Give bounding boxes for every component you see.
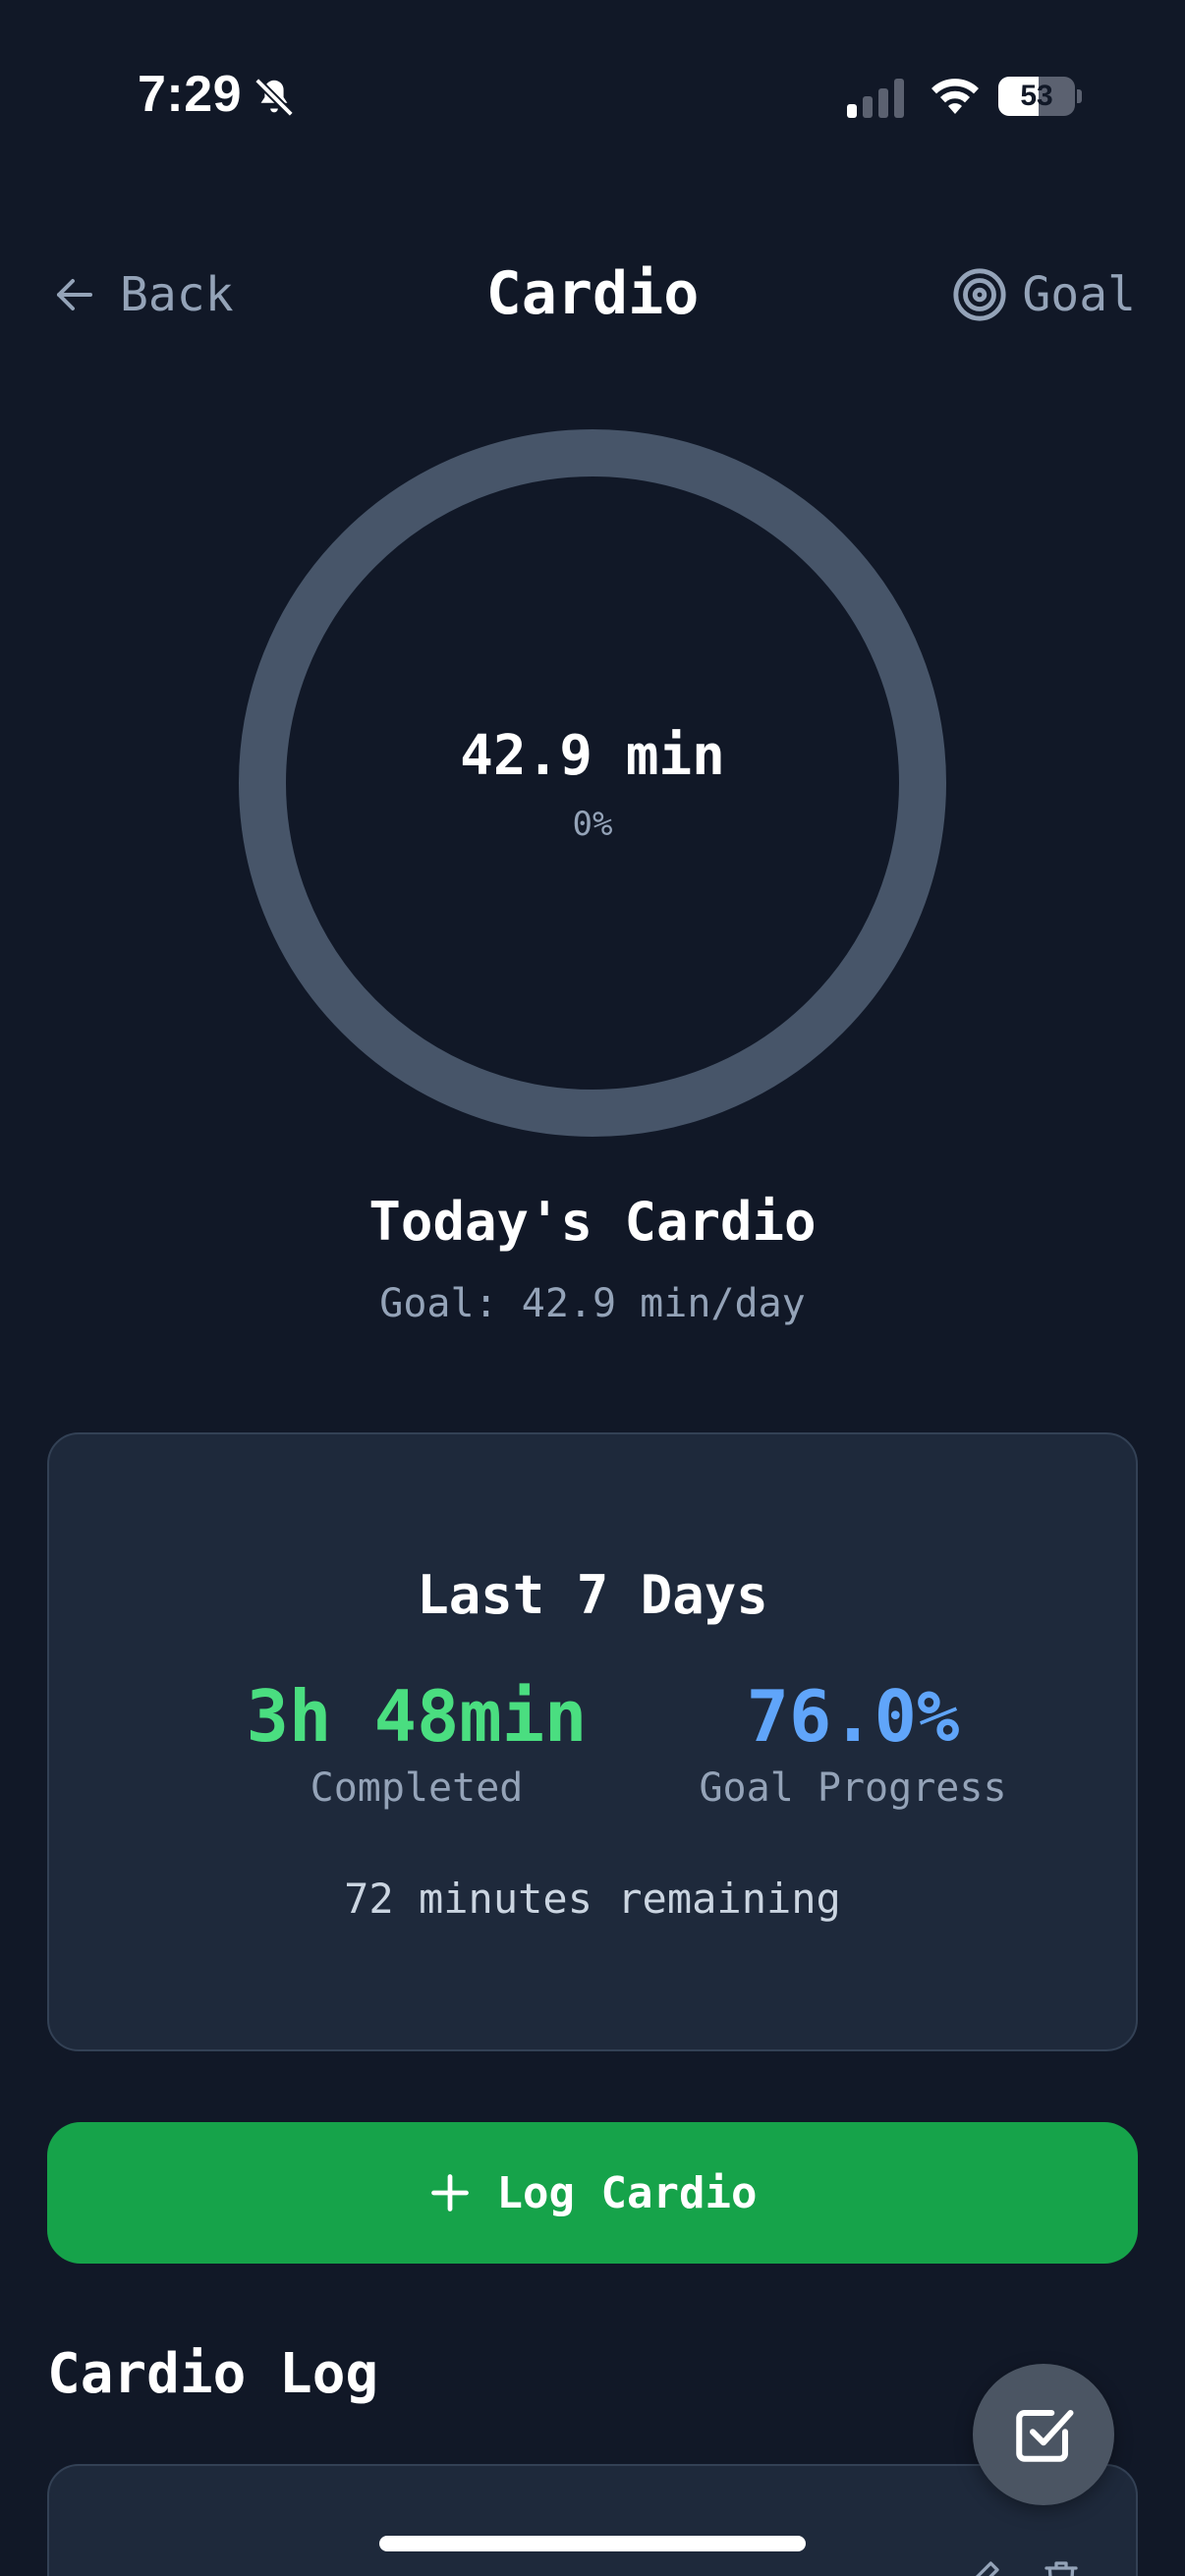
- status-time: 7:29: [138, 66, 243, 123]
- log-cardio-button[interactable]: Log Cardio: [47, 2122, 1138, 2264]
- battery-icon: 53: [998, 77, 1082, 116]
- completed-label: Completed: [310, 1765, 524, 1812]
- bell-slash-icon: [254, 78, 294, 117]
- trash-icon[interactable]: [1042, 2558, 1081, 2576]
- floating-action-button[interactable]: [973, 2364, 1114, 2505]
- battery-level: 53: [1020, 80, 1053, 112]
- today-title: Today's Cardio: [368, 1191, 817, 1253]
- progress-ring: 42.9 min 0%: [239, 429, 946, 1137]
- nav-header: Back Cardio Goal: [0, 246, 1185, 344]
- goal-progress-stat: 76.0% Goal Progress: [647, 1675, 1059, 1812]
- goal-progress-value: 76.0%: [746, 1675, 960, 1758]
- status-bar: 7:29 53: [0, 0, 1185, 187]
- home-indicator[interactable]: [379, 2536, 806, 2551]
- goal-label: Goal: [1022, 267, 1136, 322]
- remaining-text: 72 minutes remaining: [344, 1875, 841, 1923]
- cardio-log-entry: [47, 2464, 1138, 2576]
- goal-progress-label: Goal Progress: [699, 1765, 1007, 1812]
- check-square-icon: [1016, 2409, 1074, 2462]
- wifi-icon: [931, 79, 979, 114]
- plus-icon: [430, 2174, 469, 2212]
- cardio-log-title: Cardio Log: [47, 2342, 379, 2406]
- edit-icon[interactable]: [963, 2558, 1002, 2576]
- ring-percent: 0%: [572, 805, 613, 844]
- goal-button[interactable]: Goal: [951, 265, 1136, 324]
- weekly-summary-card: Last 7 Days 3h 48min Completed 76.0% Goa…: [47, 1432, 1138, 2051]
- summary-title: Last 7 Days: [417, 1564, 768, 1626]
- completed-stat: 3h 48min Completed: [210, 1675, 623, 1812]
- today-goal: Goal: 42.9 min/day: [379, 1281, 806, 1326]
- signal-icon: [847, 79, 904, 118]
- completed-value: 3h 48min: [246, 1675, 588, 1758]
- ring-value: 42.9 min: [460, 724, 725, 788]
- log-cardio-label: Log Cardio: [496, 2167, 758, 2218]
- target-icon: [953, 268, 1006, 321]
